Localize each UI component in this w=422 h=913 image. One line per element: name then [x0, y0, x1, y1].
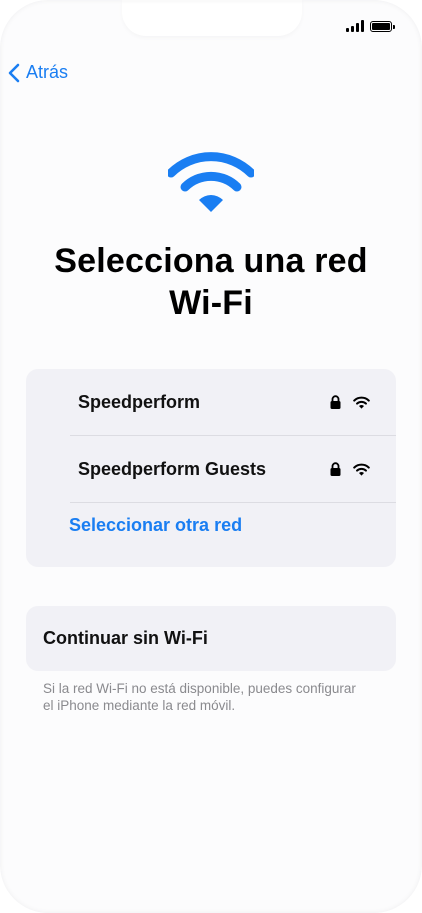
- back-button[interactable]: Atrás: [8, 62, 68, 83]
- status-bar-icons: [346, 20, 395, 32]
- phone-screen: Atrás Selecciona una red Wi-Fi Speedperf…: [0, 0, 422, 913]
- continue-without-wifi-label: Continuar sin Wi-Fi: [43, 628, 208, 648]
- wifi-signal-icon: [353, 396, 370, 409]
- select-other-network-link[interactable]: Seleccionar otra red: [69, 515, 242, 536]
- wifi-icon: [168, 152, 254, 212]
- dynamic-island: [122, 0, 302, 36]
- footer-note: Si la red Wi-Fi no está disponible, pued…: [43, 681, 356, 713]
- network-row[interactable]: Speedperform: [26, 369, 396, 435]
- back-label: Atrás: [26, 62, 69, 82]
- battery-icon: [370, 20, 395, 32]
- network-row[interactable]: Speedperform Guests: [26, 436, 396, 502]
- page-title-line1: Selecciona una red: [54, 242, 368, 280]
- cellular-signal-icon: [346, 20, 364, 32]
- page-title-line2: Wi-Fi: [169, 284, 253, 322]
- page-title: Selecciona una red Wi-Fi: [20, 240, 402, 324]
- network-list: Speedperform Speedperform Guests Selecci…: [26, 369, 396, 567]
- lock-icon: [330, 395, 341, 409]
- network-name: Speedperform Guests: [78, 458, 267, 479]
- row-divider: [70, 502, 396, 503]
- chevron-left-icon: [8, 63, 20, 82]
- lock-icon: [330, 462, 341, 476]
- network-name: Speedperform: [78, 391, 201, 412]
- wifi-signal-icon: [353, 463, 370, 476]
- continue-without-wifi-button[interactable]: Continuar sin Wi-Fi: [26, 606, 396, 671]
